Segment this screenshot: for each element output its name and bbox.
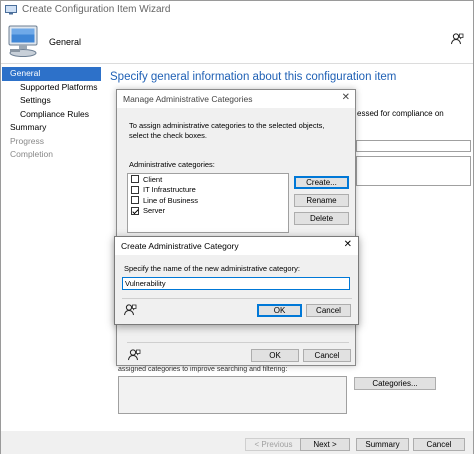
manage-dialog-instructions: To assign administrative categories to t… [129,121,325,140]
category-name-input[interactable] [122,277,350,290]
create-ok-button[interactable]: OK [257,304,302,317]
help-user-icon[interactable] [127,348,141,362]
banner-title: General [49,37,82,47]
app-icon [5,4,17,14]
manage-dialog-titlebar: Manage Administrative Categories ✕ [117,90,355,108]
create-dialog-prompt: Specify the name of the new administrati… [124,264,300,273]
checkbox[interactable] [131,185,139,194]
nav-item-general[interactable]: General [2,67,101,81]
list-item-label: Line of Business [143,195,199,205]
categories-label: assigned categories to improve searching… [118,366,288,373]
create-dialog-title: Create Administrative Category [121,241,239,251]
create-category-dialog: Create Administrative Category ✕ Specify… [114,236,359,325]
wizard-cancel-button[interactable]: Cancel [413,438,465,451]
list-item-label: Server [143,206,166,216]
help-user-icon[interactable] [123,303,137,317]
close-icon[interactable]: ✕ [344,239,352,250]
categories-button[interactable]: Categories... [354,377,436,390]
list-item[interactable]: Server [128,206,288,217]
nav-item-summary[interactable]: Summary [2,121,101,135]
next-button[interactable]: Next > [300,438,350,451]
computer-monitor-icon [8,25,38,57]
create-dialog-titlebar: Create Administrative Category ✕ [115,237,358,255]
wizard-titlebar: Create Configuration Item Wizard [1,1,473,18]
summary-button[interactable]: Summary [356,438,409,451]
categories-list: Client IT Infrastructure Line of Busines… [127,173,289,233]
create-button[interactable]: Create... [294,176,349,189]
divider [122,298,352,299]
nav-item-supported-platforms[interactable]: Supported Platforms [2,81,101,95]
assigned-categories-box [118,376,347,414]
nav-item-progress: Progress [10,135,45,146]
wizard-title: Create Configuration Item Wizard [22,4,171,15]
nav-item-compliance-rules[interactable]: Compliance Rules [2,108,101,122]
wizard-banner: General [1,18,473,64]
checkbox[interactable] [131,175,139,184]
rename-button[interactable]: Rename [294,194,349,207]
manage-dialog-title: Manage Administrative Categories [123,94,253,104]
help-user-icon[interactable] [450,32,464,46]
list-item[interactable]: Client [128,174,288,185]
nav-item-completion: Completion [10,149,53,159]
previous-button: < Previous [245,438,302,451]
compliance-label-fragment: essed for compliance on [357,109,444,118]
wizard-nav: General Supported Platforms Settings Com… [2,67,101,162]
close-icon[interactable]: ✕ [342,92,350,103]
divider [127,342,349,343]
list-item-label: IT Infrastructure [143,185,196,195]
description-field[interactable] [356,156,471,186]
checkbox-checked[interactable] [131,206,139,215]
list-item[interactable]: IT Infrastructure [128,185,288,196]
page-title: Specify general information about this c… [110,71,397,83]
name-field[interactable] [356,140,471,152]
categories-list-label: Administrative categories: [129,160,215,169]
delete-button[interactable]: Delete [294,212,349,225]
checkbox[interactable] [131,196,139,205]
list-item-label: Client [143,174,163,184]
nav-item-settings[interactable]: Settings [2,94,101,108]
manage-cancel-button[interactable]: Cancel [303,349,351,362]
list-item[interactable]: Line of Business [128,195,288,206]
create-cancel-button[interactable]: Cancel [306,304,351,317]
manage-ok-button[interactable]: OK [251,349,299,362]
